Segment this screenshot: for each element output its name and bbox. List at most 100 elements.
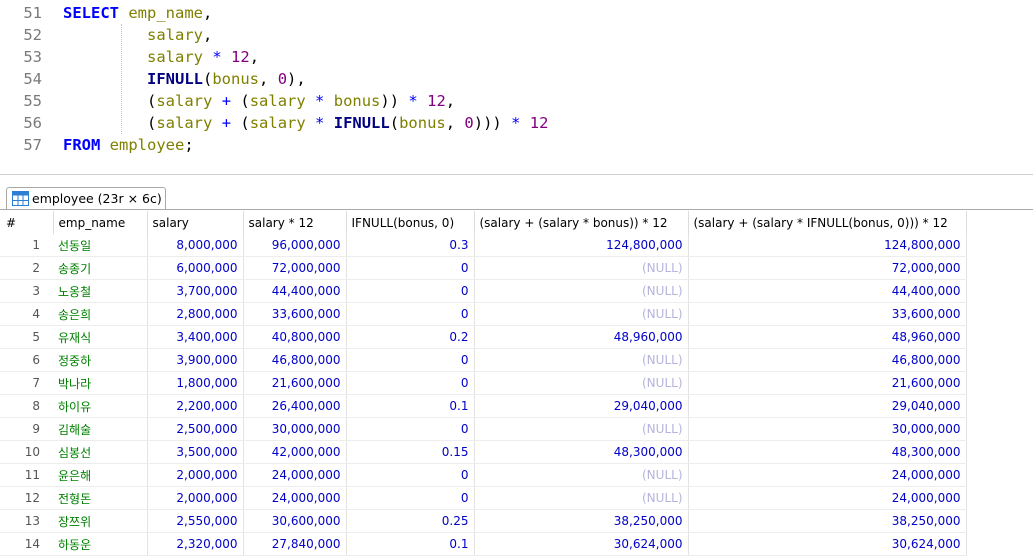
cell-number[interactable]: 48,300,000 [474,440,689,464]
table-row[interactable]: 1 선동일 8,000,000 96,000,000 0.3 124,800,000 124… [0,234,1033,257]
cell-number[interactable]: 24,000,000 [688,463,967,487]
cell-number[interactable]: 0.25 [346,509,475,533]
cell-emp-name[interactable]: 하이유 [53,394,148,418]
code-line[interactable]: 51 SELECT emp_name, [0,2,1033,24]
cell-null[interactable]: (NULL) [474,256,689,280]
cell-number[interactable]: 3,700,000 [147,279,244,303]
cell-emp-name[interactable]: 심봉선 [53,440,148,464]
cell-number[interactable]: 3,500,000 [147,440,244,464]
cell-number[interactable]: 0.3 [346,234,475,257]
cell-number[interactable]: 21,600,000 [688,371,967,395]
cell-emp-name[interactable]: 송종기 [53,256,148,280]
cell-number[interactable]: 72,000,000 [243,256,347,280]
code-line[interactable]: 53 salary * 12, [0,46,1033,68]
cell-number[interactable]: 48,960,000 [474,325,689,349]
cell-number[interactable]: 96,000,000 [243,234,347,257]
cell-number[interactable]: 24,000,000 [243,486,347,510]
cell-number[interactable]: 0 [346,279,475,303]
cell-number[interactable]: 30,624,000 [688,532,967,556]
table-row[interactable]: 10 심봉선 3,500,000 42,000,000 0.15 48,300,000 48… [0,440,1033,464]
cell-number[interactable]: 46,800,000 [243,348,347,372]
result-tab-employee[interactable]: employee (23r × 6c) [6,187,166,209]
cell-number[interactable]: 0.1 [346,394,475,418]
cell-emp-name[interactable]: 정중하 [53,348,148,372]
table-row[interactable]: 9 김해술 2,500,000 30,000,000 0 (NULL) 30,000,000 [0,417,1033,441]
table-row[interactable]: 5 유재식 3,400,000 40,800,000 0.2 48,960,000 48,9… [0,325,1033,349]
cell-number[interactable]: 40,800,000 [243,325,347,349]
cell-number[interactable]: 2,500,000 [147,417,244,441]
cell-number[interactable]: 3,400,000 [147,325,244,349]
cell-number[interactable]: 124,800,000 [688,234,967,257]
table-row[interactable]: 6 정중하 3,900,000 46,800,000 0 (NULL) 46,800,000 [0,348,1033,372]
column-header[interactable]: (salary + (salary * bonus)) * 12 [474,211,689,234]
cell-number[interactable]: 0 [346,417,475,441]
cell-emp-name[interactable]: 박나라 [53,371,148,395]
cell-number[interactable]: 2,800,000 [147,302,244,326]
column-header[interactable]: # [0,211,54,234]
cell-number[interactable]: 2,000,000 [147,463,244,487]
cell-number[interactable]: 3,900,000 [147,348,244,372]
code-line[interactable]: 54 IFNULL(bonus, 0), [0,68,1033,90]
cell-null[interactable]: (NULL) [474,371,689,395]
cell-number[interactable]: 29,040,000 [474,394,689,418]
cell-number[interactable]: 0 [346,463,475,487]
cell-number[interactable]: 26,400,000 [243,394,347,418]
cell-number[interactable]: 2,000,000 [147,486,244,510]
table-row[interactable]: 14 하동운 2,320,000 27,840,000 0.1 30,624,000 30,… [0,532,1033,556]
cell-null[interactable]: (NULL) [474,417,689,441]
sql-editor[interactable]: 51 SELECT emp_name, 52 salary, 53 salary * … [0,0,1033,174]
cell-number[interactable]: 30,600,000 [243,509,347,533]
code-line[interactable]: 57 FROM employee; [0,134,1033,156]
cell-emp-name[interactable]: 김해술 [53,417,148,441]
column-header[interactable]: emp_name [53,211,148,234]
cell-number[interactable]: 29,040,000 [688,394,967,418]
cell-emp-name[interactable]: 전형돈 [53,486,148,510]
column-header[interactable]: IFNULL(bonus, 0) [346,211,475,234]
table-row[interactable]: 8 하이유 2,200,000 26,400,000 0.1 29,040,000 29,0… [0,394,1033,418]
cell-null[interactable]: (NULL) [474,463,689,487]
cell-number[interactable]: 72,000,000 [688,256,967,280]
cell-number[interactable]: 38,250,000 [474,509,689,533]
cell-null[interactable]: (NULL) [474,348,689,372]
cell-number[interactable]: 2,550,000 [147,509,244,533]
cell-number[interactable]: 24,000,000 [688,486,967,510]
table-row[interactable]: 2 송종기 6,000,000 72,000,000 0 (NULL) 72,000,000 [0,256,1033,280]
table-row[interactable]: 7 박나라 1,800,000 21,600,000 0 (NULL) 21,600,000 [0,371,1033,395]
cell-number[interactable]: 124,800,000 [474,234,689,257]
cell-emp-name[interactable]: 장쯔위 [53,509,148,533]
cell-number[interactable]: 1,800,000 [147,371,244,395]
column-header[interactable]: (salary + (salary * IFNULL(bonus, 0))) *… [688,211,967,234]
cell-number[interactable]: 48,300,000 [688,440,967,464]
cell-number[interactable]: 24,000,000 [243,463,347,487]
cell-number[interactable]: 6,000,000 [147,256,244,280]
code-line[interactable]: 55 (salary + (salary * bonus)) * 12, [0,90,1033,112]
cell-number[interactable]: 33,600,000 [688,302,967,326]
result-grid[interactable]: # emp_name salary salary * 12 IFNULL(bonus, … [0,211,1033,560]
cell-emp-name[interactable]: 송은희 [53,302,148,326]
cell-number[interactable]: 8,000,000 [147,234,244,257]
cell-number[interactable]: 44,400,000 [688,279,967,303]
cell-emp-name[interactable]: 선동일 [53,234,148,257]
cell-number[interactable]: 30,000,000 [688,417,967,441]
column-header[interactable]: salary [147,211,244,234]
cell-number[interactable]: 2,320,000 [147,532,244,556]
cell-number[interactable]: 0.1 [346,532,475,556]
cell-number[interactable]: 42,000,000 [243,440,347,464]
column-header[interactable]: salary * 12 [243,211,347,234]
cell-number[interactable]: 48,960,000 [688,325,967,349]
cell-null[interactable]: (NULL) [474,279,689,303]
cell-emp-name[interactable]: 하동운 [53,532,148,556]
cell-number[interactable]: 0 [346,302,475,326]
cell-number[interactable]: 0.2 [346,325,475,349]
code-line[interactable]: 52 salary, [0,24,1033,46]
cell-number[interactable]: 0.15 [346,440,475,464]
cell-number[interactable]: 0 [346,486,475,510]
cell-emp-name[interactable]: 윤은해 [53,463,148,487]
cell-null[interactable]: (NULL) [474,302,689,326]
cell-number[interactable]: 33,600,000 [243,302,347,326]
cell-number[interactable]: 21,600,000 [243,371,347,395]
table-row[interactable]: 4 송은희 2,800,000 33,600,000 0 (NULL) 33,600,000 [0,302,1033,326]
cell-number[interactable]: 0 [346,256,475,280]
cell-number[interactable]: 0 [346,348,475,372]
cell-number[interactable]: 46,800,000 [688,348,967,372]
